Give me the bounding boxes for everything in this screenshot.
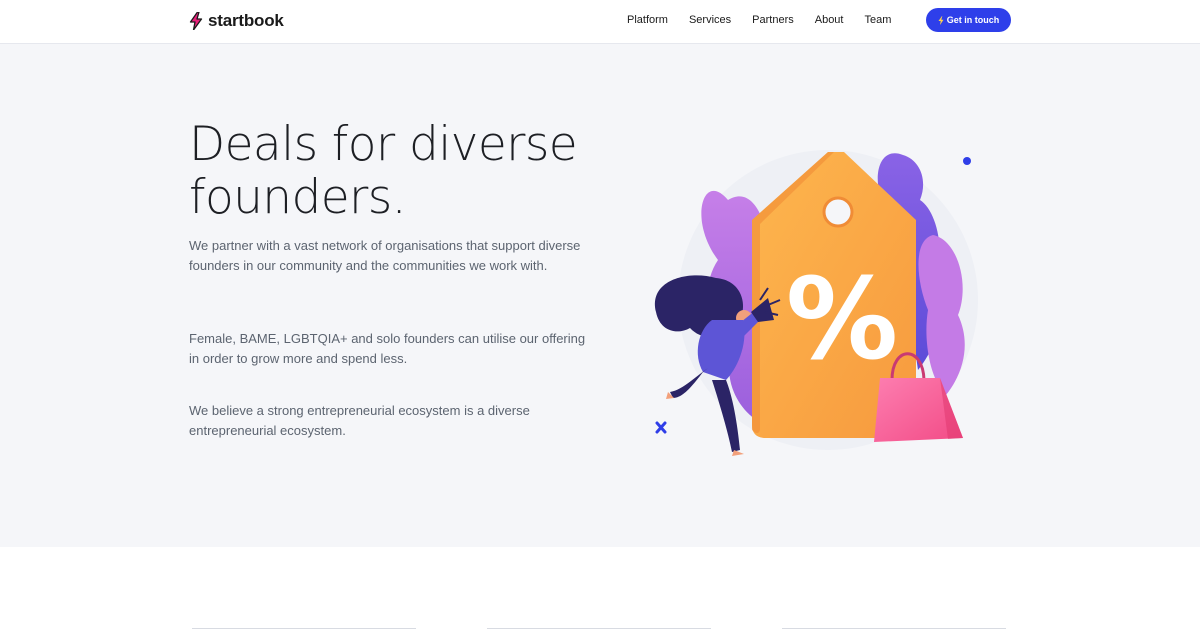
main-nav: Platform Services Partners About Team xyxy=(627,12,891,28)
deals-illustration: % xyxy=(654,150,978,456)
nav-link-services[interactable]: Services xyxy=(689,12,731,28)
logo-text: startbook xyxy=(208,11,284,30)
bolt-icon xyxy=(938,15,944,25)
get-in-touch-button[interactable]: Get in touch xyxy=(926,8,1011,32)
card-top-edge xyxy=(192,628,416,629)
card-top-edge xyxy=(487,628,711,629)
bolt-logo-icon xyxy=(189,12,203,30)
percent-symbol: % xyxy=(786,255,898,385)
nav-link-about[interactable]: About xyxy=(815,12,844,28)
nav-link-partners[interactable]: Partners xyxy=(752,12,794,28)
logo[interactable]: startbook xyxy=(189,11,284,31)
hero-paragraph-network: We partner with a vast network of organi… xyxy=(189,238,581,273)
card-top-edge xyxy=(782,628,1006,629)
nav-link-platform[interactable]: Platform xyxy=(627,12,668,28)
back-leg xyxy=(670,368,708,398)
hero-paragraph-ecosystem: We believe a strong entrepreneurial ecos… xyxy=(189,403,530,438)
top-navigation-bar: startbook Platform Services Partners Abo… xyxy=(0,0,1200,44)
hero-headline: Deals for diverse founders. xyxy=(189,117,578,225)
nav-link-team[interactable]: Team xyxy=(864,12,891,28)
hero-paragraph-founders: Female, BAME, LGBTQIA+ and solo founders… xyxy=(189,331,586,366)
get-in-touch-label: Get in touch xyxy=(946,15,1000,25)
cross-mark xyxy=(655,421,667,434)
content-section xyxy=(0,547,1200,630)
blue-dot xyxy=(963,157,971,165)
